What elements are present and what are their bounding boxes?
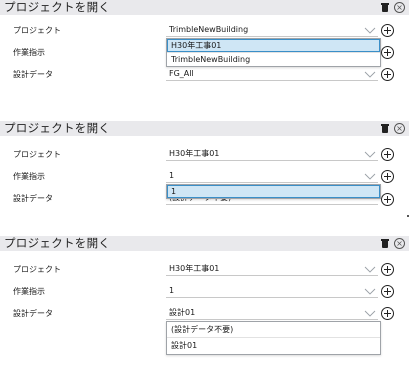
project-select[interactable]: H30年工事01 <box>166 263 378 276</box>
project-label: プロジェクト <box>13 150 61 159</box>
chevron-down-icon[interactable] <box>364 307 376 319</box>
work-order-label: 作業指示 <box>13 287 45 296</box>
trash-icon[interactable] <box>381 239 389 248</box>
project-select-value: H30年工事01 <box>169 264 220 273</box>
add-project-icon[interactable] <box>381 24 394 37</box>
open-project-dialog-3: プロジェクトを開く × プロジェクト H30年工事01 作業指示 1 設計データ… <box>0 236 409 373</box>
project-select-value: TrimbleNewBuilding <box>169 25 249 34</box>
add-project-icon[interactable] <box>381 148 394 161</box>
project-select-value: H30年工事01 <box>169 149 220 158</box>
design-data-select-value: 設計01 <box>169 308 196 317</box>
dropdown-option[interactable]: 1 <box>167 185 380 198</box>
work-order-select-value: 1 <box>169 286 175 295</box>
open-project-dialog-2: プロジェクトを開く × プロジェクト H30年工事01 作業指示 1 設計データ… <box>0 121 409 225</box>
add-design-data-icon[interactable] <box>381 307 394 320</box>
dialog-title: プロジェクトを開く <box>4 121 111 135</box>
trash-icon[interactable] <box>381 124 389 133</box>
add-work-order-icon[interactable] <box>381 285 394 298</box>
work-order-label: 作業指示 <box>13 172 45 181</box>
chevron-down-icon[interactable] <box>364 148 376 160</box>
close-icon[interactable]: × <box>394 238 405 249</box>
chevron-down-icon[interactable] <box>364 24 376 36</box>
design-data-label: 設計データ <box>13 309 53 318</box>
chevron-down-icon[interactable] <box>364 263 376 275</box>
work-order-label: 作業指示 <box>13 48 45 57</box>
dropdown-option[interactable]: H30年工事01 <box>167 39 380 52</box>
open-project-dialog-1: プロジェクトを開く × プロジェクト TrimbleNewBuilding 作業… <box>0 0 409 110</box>
project-select[interactable]: H30年工事01 <box>166 148 378 161</box>
dialog-header: プロジェクトを開く × <box>0 0 409 15</box>
dropdown-option[interactable]: (設計データ不要) <box>167 322 380 337</box>
design-data-select-value: FG_All <box>169 69 194 78</box>
project-dropdown-list: H30年工事01 TrimbleNewBuilding <box>166 38 381 67</box>
dialog-title: プロジェクトを開く <box>4 0 111 14</box>
design-data-label: 設計データ <box>13 70 53 79</box>
dialog-header: プロジェクトを開く × <box>0 121 409 136</box>
work-order-dropdown-list: 1 <box>166 184 381 199</box>
project-label: プロジェクト <box>13 26 61 35</box>
design-data-select[interactable]: 設計01 <box>166 307 378 320</box>
dropdown-option[interactable]: 設計01 <box>167 337 380 354</box>
design-data-select[interactable]: FG_All <box>166 68 378 81</box>
close-icon[interactable]: × <box>394 123 405 134</box>
project-label: プロジェクト <box>13 265 61 274</box>
add-work-order-icon[interactable] <box>381 46 394 59</box>
project-select[interactable]: TrimbleNewBuilding <box>166 24 378 37</box>
close-icon[interactable]: × <box>394 2 405 13</box>
add-project-icon[interactable] <box>381 263 394 276</box>
work-order-select[interactable]: 1 <box>166 285 378 298</box>
design-data-dropdown-list: (設計データ不要) 設計01 <box>166 321 381 355</box>
design-data-label: 設計データ <box>13 194 53 203</box>
dialog-header: プロジェクトを開く × <box>0 236 409 251</box>
chevron-down-icon[interactable] <box>364 68 376 80</box>
work-order-select-value: 1 <box>169 171 175 180</box>
add-work-order-icon[interactable] <box>381 170 394 183</box>
chevron-down-icon[interactable] <box>364 285 376 297</box>
work-order-select[interactable]: 1 <box>166 170 378 183</box>
chevron-down-icon[interactable] <box>364 170 376 182</box>
add-design-data-icon[interactable] <box>381 68 394 81</box>
trash-icon[interactable] <box>381 3 389 12</box>
dropdown-option[interactable]: TrimbleNewBuilding <box>167 52 380 66</box>
add-design-data-icon[interactable] <box>381 193 394 206</box>
dialog-title: プロジェクトを開く <box>4 236 111 250</box>
